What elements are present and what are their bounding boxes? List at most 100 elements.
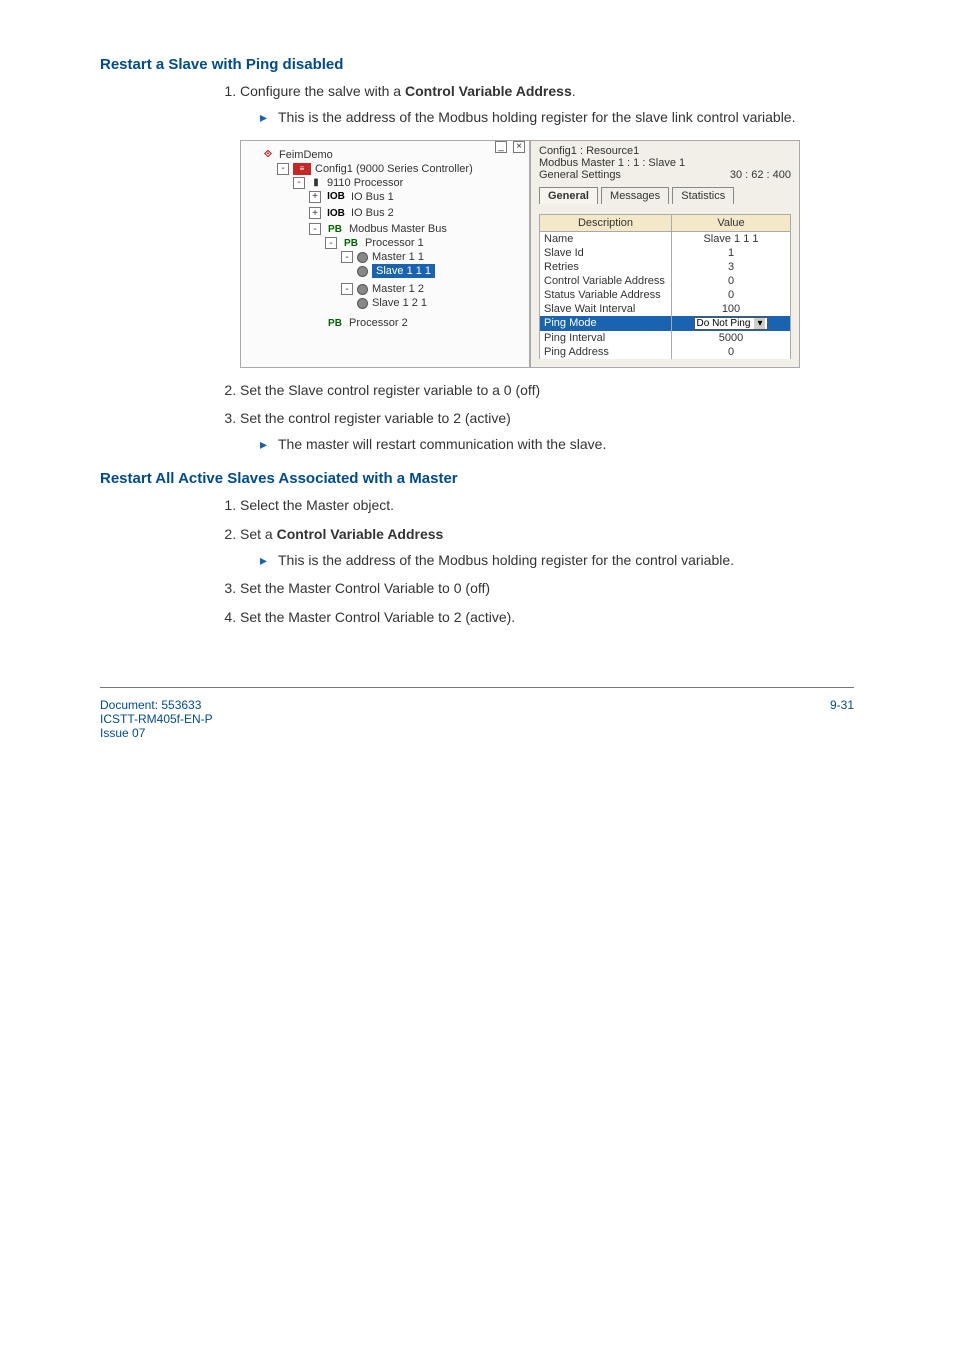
tree-proc1[interactable]: Processor 1 [365, 237, 424, 249]
col-description: Description [540, 214, 672, 231]
panel-tabs: General Messages Statistics [539, 187, 791, 204]
tab-messages[interactable]: Messages [601, 187, 669, 204]
prop-value: 0 [672, 345, 791, 359]
panel-path-1: Config1 : Resource1 [539, 145, 791, 157]
pb-icon: PB [341, 237, 361, 249]
step-3-sub: The master will restart communication wi… [260, 434, 854, 454]
ping-mode-dropdown[interactable]: Do Not Ping▾ [694, 317, 769, 330]
prop-description: Ping Address [540, 345, 672, 359]
slave-icon [357, 266, 368, 277]
step-2: Set the Slave control register variable … [240, 380, 854, 400]
section1-steps: Configure the salve with a Control Varia… [240, 81, 854, 128]
step-1-text: Configure the salve with a [240, 83, 405, 99]
step-1-tail: . [572, 83, 576, 99]
properties-table: Description Value NameSlave 1 1 1Slave I… [539, 214, 791, 359]
expand-icon[interactable]: - [341, 251, 353, 263]
section-heading: Restart All Active Slaves Associated wit… [100, 470, 854, 487]
tree-bus2[interactable]: IO Bus 2 [351, 207, 394, 219]
prop-description: Slave Wait Interval [540, 302, 672, 316]
processor-icon: ▮ [309, 177, 323, 189]
tree-slave111-selected[interactable]: Slave 1 1 1 [372, 264, 435, 278]
footer-issue: Issue 07 [100, 726, 213, 740]
tree-processor[interactable]: 9110 Processor [327, 177, 403, 189]
prop-description: Retries [540, 260, 672, 274]
step-1-bold: Control Variable Address [405, 83, 572, 99]
tab-statistics[interactable]: Statistics [672, 187, 734, 204]
prop-value: 0 [672, 288, 791, 302]
iob-icon: IOB [325, 207, 347, 219]
pb-icon: PB [325, 223, 345, 235]
panel-counter: 30 : 62 : 400 [730, 169, 791, 181]
table-row[interactable]: Status Variable Address0 [540, 288, 791, 302]
expand-icon[interactable]: - [325, 237, 337, 249]
prop-description: Control Variable Address [540, 274, 672, 288]
footer-doc: Document: 553633 [100, 698, 213, 712]
footer-divider [100, 687, 854, 688]
expand-icon[interactable]: - [309, 223, 321, 235]
tree-root[interactable]: FeimDemo [279, 149, 333, 161]
tree-master12[interactable]: Master 1 2 [372, 283, 424, 295]
step-3-text: Set the control register variable to 2 (… [240, 410, 511, 426]
prop-value: 3 [672, 260, 791, 274]
tree-config[interactable]: Config1 (9000 Series Controller) [315, 163, 473, 175]
prop-value[interactable]: Do Not Ping▾ [672, 316, 791, 331]
expand-icon[interactable]: - [277, 163, 289, 175]
expand-icon[interactable]: - [293, 177, 305, 189]
table-row[interactable]: Ping Mode Do Not Ping▾ [540, 316, 791, 331]
expand-icon[interactable]: + [309, 207, 321, 219]
s2-step-3: Set the Master Control Variable to 0 (of… [240, 578, 854, 598]
prop-value: Slave 1 1 1 [672, 231, 791, 246]
s2-step-4: Set the Master Control Variable to 2 (ac… [240, 607, 854, 627]
section2-steps: Select the Master object. Set a Control … [240, 495, 854, 626]
panel-path-2: Modbus Master 1 : 1 : Slave 1 [539, 157, 791, 169]
s2-step-2-sub: This is the address of the Modbus holdin… [260, 550, 854, 570]
expand-icon[interactable]: + [309, 191, 321, 203]
config-screenshot: _ × ⟐FeimDemo -≡Config1 (9000 Series Con… [240, 140, 800, 368]
controller-icon: ≡ [293, 163, 311, 175]
step-3: Set the control register variable to 2 (… [240, 408, 854, 455]
prop-value: 0 [672, 274, 791, 288]
tree-slave121[interactable]: Slave 1 2 1 [372, 297, 427, 309]
slave-icon [357, 298, 368, 309]
config-tree: _ × ⟐FeimDemo -≡Config1 (9000 Series Con… [240, 140, 530, 368]
tree-proc2[interactable]: Processor 2 [349, 317, 408, 329]
s2-step-2: Set a Control Variable Address This is t… [240, 524, 854, 571]
window-minimize-icon[interactable]: _ [495, 141, 507, 153]
prop-description: Ping Mode [540, 316, 672, 331]
table-row[interactable]: Slave Id1 [540, 246, 791, 260]
step-1-sub: This is the address of the Modbus holdin… [260, 107, 854, 127]
table-row[interactable]: Ping Address0 [540, 345, 791, 359]
s2-step-2-text: Set a [240, 526, 277, 542]
step-1: Configure the salve with a Control Varia… [240, 81, 854, 128]
page-footer: Document: 553633 ICSTT-RM405f-EN-P Issue… [100, 698, 854, 740]
panel-path-3: General Settings [539, 169, 621, 181]
table-row[interactable]: Ping Interval5000 [540, 331, 791, 345]
chevron-down-icon[interactable]: ▾ [754, 318, 765, 329]
section-heading: Restart a Slave with Ping disabled [100, 56, 854, 73]
table-row[interactable]: Control Variable Address0 [540, 274, 791, 288]
table-row[interactable]: NameSlave 1 1 1 [540, 231, 791, 246]
project-icon: ⟐ [261, 149, 275, 161]
prop-value: 5000 [672, 331, 791, 345]
master-icon [357, 284, 368, 295]
tree-bus1[interactable]: IO Bus 1 [351, 191, 394, 203]
window-close-icon[interactable]: × [513, 141, 525, 153]
prop-description: Slave Id [540, 246, 672, 260]
master-icon [357, 252, 368, 263]
property-panel: Config1 : Resource1 Modbus Master 1 : 1 … [530, 140, 800, 368]
section1-steps-cont: Set the Slave control register variable … [240, 380, 854, 455]
prop-description: Name [540, 231, 672, 246]
col-value: Value [672, 214, 791, 231]
tree-modbus[interactable]: Modbus Master Bus [349, 223, 447, 235]
prop-value: 1 [672, 246, 791, 260]
expand-icon[interactable]: - [341, 283, 353, 295]
prop-value: 100 [672, 302, 791, 316]
table-row[interactable]: Retries3 [540, 260, 791, 274]
iob-icon: IOB [325, 191, 347, 203]
s2-step-2-bold: Control Variable Address [277, 526, 444, 542]
tree-master11[interactable]: Master 1 1 [372, 251, 424, 263]
prop-description: Ping Interval [540, 331, 672, 345]
table-row[interactable]: Slave Wait Interval100 [540, 302, 791, 316]
s2-step-1: Select the Master object. [240, 495, 854, 515]
tab-general[interactable]: General [539, 187, 598, 204]
